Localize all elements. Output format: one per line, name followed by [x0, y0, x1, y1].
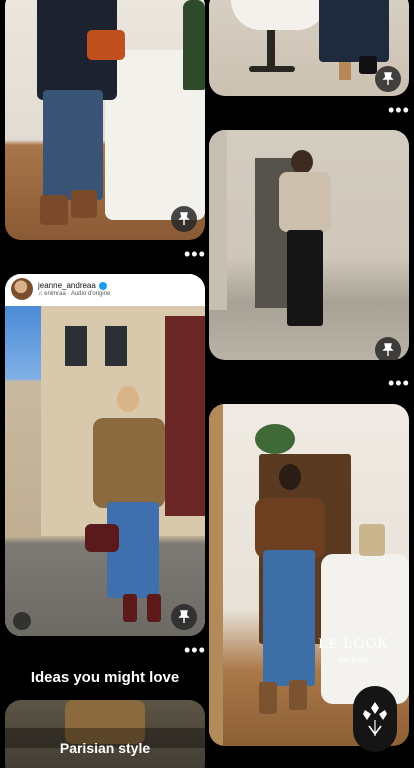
pin-card[interactable] — [209, 130, 409, 360]
user-icon — [13, 612, 31, 630]
verified-badge-icon — [98, 281, 107, 290]
creator-header[interactable]: jeanne_andreaa ♫ enimraa · Audio d'origi… — [5, 274, 205, 304]
creator-name[interactable]: jeanne_andreaa — [38, 281, 96, 290]
section-title: Ideas you might love — [30, 669, 180, 686]
more-options-button[interactable]: ••• — [388, 374, 410, 392]
overlay-logo-text: LE LOOK du jour — [318, 636, 389, 665]
more-options-button[interactable]: ••• — [388, 101, 410, 119]
pin-image — [209, 130, 409, 360]
pushpin-icon — [382, 343, 394, 356]
pin-image — [5, 0, 205, 240]
save-pin-button[interactable] — [375, 337, 401, 360]
pin-card[interactable] — [5, 0, 205, 240]
avatar[interactable] — [11, 278, 33, 300]
pushpin-icon — [382, 72, 394, 85]
more-options-button[interactable]: ••• — [184, 245, 206, 263]
more-options-button[interactable]: ••• — [184, 641, 206, 659]
pin-card[interactable]: jeanne_andreaa ♫ enimraa · Audio d'origi… — [5, 274, 205, 636]
save-pin-button[interactable] — [375, 66, 401, 92]
pin-card[interactable] — [209, 0, 409, 96]
pin-title: Parisian style — [59, 740, 151, 756]
app-logo-button[interactable] — [353, 686, 397, 752]
pin-image — [5, 700, 205, 768]
save-pin-button[interactable] — [171, 604, 197, 630]
pin-image — [5, 306, 205, 636]
audio-label[interactable]: ♫ enimraa · Audio d'origine — [38, 291, 110, 297]
pin-card[interactable]: Parisian style — [5, 700, 205, 768]
save-pin-button[interactable] — [171, 206, 197, 232]
app-logo-icon — [363, 702, 387, 736]
pushpin-icon — [178, 212, 190, 225]
pushpin-icon — [178, 610, 190, 623]
